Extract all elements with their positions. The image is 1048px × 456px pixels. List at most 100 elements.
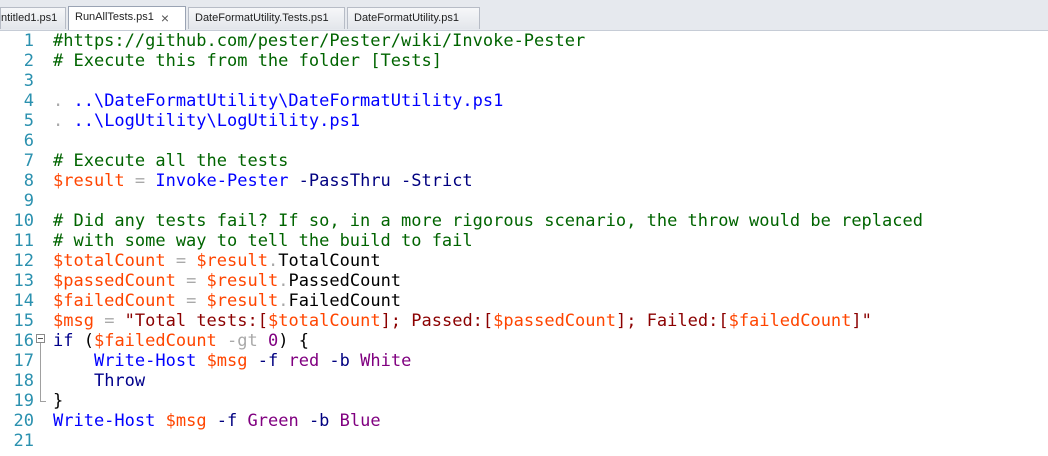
- code-token: }: [53, 391, 64, 411]
- line-number: 4: [23, 91, 34, 111]
- code-text: $result = Invoke-Pester -PassThru -Stric…: [53, 171, 473, 191]
- code-line[interactable]: 13 $passedCount = $result.PassedCount: [0, 271, 1048, 291]
- code-token: .: [53, 111, 74, 131]
- code-token: (: [73, 331, 94, 351]
- tab-dateformatutility[interactable]: DateFormatUtility.ps1: [347, 7, 480, 29]
- code-token: $passedCount: [53, 271, 176, 291]
- code-token: =: [93, 311, 125, 331]
- code-text: }: [53, 391, 63, 411]
- code-token: $result: [206, 291, 279, 311]
- code-line[interactable]: 1 #https://github.com/pester/Pester/wiki/…: [0, 31, 1048, 51]
- tab-runalltests[interactable]: RunAllTests.ps1 ×: [68, 6, 186, 30]
- close-icon[interactable]: ×: [161, 7, 169, 29]
- code-token: $result: [53, 171, 125, 191]
- code-line[interactable]: 20 Write-Host $msg -f Green -b Blue: [0, 411, 1048, 431]
- code-token: if: [53, 331, 74, 351]
- code-line[interactable]: 21: [0, 431, 1048, 451]
- code-text: . ..\LogUtility\LogUtility.ps1: [53, 111, 360, 131]
- code-line[interactable]: 7 # Execute all the tests: [0, 151, 1048, 171]
- code-token: .: [267, 251, 279, 271]
- code-text: # Execute all the tests: [53, 151, 288, 171]
- code-line[interactable]: 12 $totalCount = $result.TotalCount: [0, 251, 1048, 271]
- line-number: 15: [13, 311, 34, 331]
- code-line[interactable]: 18 Throw: [0, 371, 1048, 391]
- code-line[interactable]: 5 . ..\LogUtility\LogUtility.ps1: [0, 111, 1048, 131]
- code-line[interactable]: 17 Write-Host $msg -f red -b White: [0, 351, 1048, 371]
- line-number: 11: [13, 231, 34, 251]
- code-token: .: [53, 91, 74, 111]
- collapse-icon[interactable]: [36, 334, 45, 343]
- code-text: $failedCount = $result.FailedCount: [53, 291, 401, 311]
- code-token: $totalCount: [267, 311, 381, 331]
- line-number: 5: [23, 111, 34, 131]
- code-token: =: [175, 271, 207, 291]
- code-token: Throw: [93, 371, 146, 391]
- code-token: # Execute all the tests: [53, 151, 289, 171]
- code-token: -PassThru -Strict: [288, 171, 473, 191]
- code-text: # Did any tests fail? If so, in a more r…: [53, 211, 923, 231]
- code-line[interactable]: 6: [0, 131, 1048, 151]
- code-token: # Execute this from the folder [Tests]: [53, 51, 442, 71]
- code-line[interactable]: 8 $result = Invoke-Pester -PassThru -Stri…: [0, 171, 1048, 191]
- code-text: #https://github.com/pester/Pester/wiki/I…: [53, 31, 585, 51]
- tab-bar: ntitled1.ps1 RunAllTests.ps1 × DateFormat…: [0, 0, 1048, 31]
- line-number: 8: [23, 171, 34, 191]
- line-number: 17: [13, 351, 34, 371]
- code-token: $result: [196, 251, 268, 271]
- code-line[interactable]: 3: [0, 71, 1048, 91]
- code-line[interactable]: 14 $failedCount = $result.FailedCount: [0, 291, 1048, 311]
- code-text: if ($failedCount -gt 0) {: [53, 331, 309, 351]
- code-token: =: [175, 291, 207, 311]
- code-line[interactable]: 9: [0, 191, 1048, 211]
- code-line[interactable]: 19}: [0, 391, 1048, 411]
- code-line[interactable]: 11 # with some way to tell the build to f…: [0, 231, 1048, 251]
- code-token: Write-Host: [53, 411, 156, 431]
- script-editor[interactable]: 1 #https://github.com/pester/Pester/wiki/…: [0, 31, 1048, 456]
- line-number: 7: [23, 151, 34, 171]
- code-token: White: [360, 351, 412, 371]
- tab-label: DateFormatUtility.Tests.ps1: [195, 12, 329, 24]
- line-number: 19: [13, 391, 34, 411]
- line-number: 10: [13, 211, 34, 231]
- code-token: ]; Passed:[: [380, 311, 494, 331]
- tab-label: ntitled1.ps1: [1, 12, 58, 24]
- code-token: "Total tests:[: [124, 311, 268, 331]
- line-number: 1: [23, 31, 34, 51]
- code-token: red: [288, 351, 320, 371]
- code-text: $passedCount = $result.PassedCount: [53, 271, 401, 291]
- line-number: 2: [23, 51, 34, 71]
- code-line[interactable]: 10 # Did any tests fail? If so, in a more…: [0, 211, 1048, 231]
- code-token: -f: [247, 351, 289, 371]
- line-number: 13: [13, 271, 34, 291]
- fold-end-marker: [40, 401, 46, 402]
- line-number: 14: [13, 291, 34, 311]
- code-token: $msg: [206, 351, 248, 371]
- line-number: 3: [23, 71, 34, 91]
- code-token: $msg: [53, 311, 94, 331]
- code-token: =: [165, 251, 197, 271]
- code-token: Blue: [339, 411, 381, 431]
- code-token: Write-Host: [93, 351, 197, 371]
- code-token: $passedCount: [493, 311, 616, 331]
- code-line[interactable]: 15 $msg = "Total tests:[$totalCount]; Pas…: [0, 311, 1048, 331]
- code-line[interactable]: 4. ..\DateFormatUtility\DateFormatUtilit…: [0, 91, 1048, 111]
- tab-untitled1[interactable]: ntitled1.ps1: [0, 7, 66, 29]
- code-token: -b: [319, 351, 361, 371]
- tab-dateformatutility-tests[interactable]: DateFormatUtility.Tests.ps1: [188, 7, 345, 29]
- code-token: $failedCount: [53, 291, 176, 311]
- code-token: PassedCount: [288, 271, 402, 291]
- code-token: # Did any tests fail? If so, in a more r…: [53, 211, 923, 231]
- code-token: .: [278, 271, 289, 291]
- line-number: 20: [13, 411, 34, 431]
- code-token: -f: [206, 411, 248, 431]
- code-token: $failedCount: [728, 311, 852, 331]
- code-line[interactable]: 2 # Execute this from the folder [Tests]: [0, 51, 1048, 71]
- code-token: # with some way to tell the build to fai…: [53, 231, 473, 251]
- tab-label: RunAllTests.ps1: [75, 11, 154, 23]
- code-line[interactable]: 16 if ($failedCount -gt 0) {: [0, 331, 1048, 351]
- code-token: $result: [206, 271, 279, 291]
- code-text: Throw: [53, 371, 145, 391]
- line-number: 12: [13, 251, 34, 271]
